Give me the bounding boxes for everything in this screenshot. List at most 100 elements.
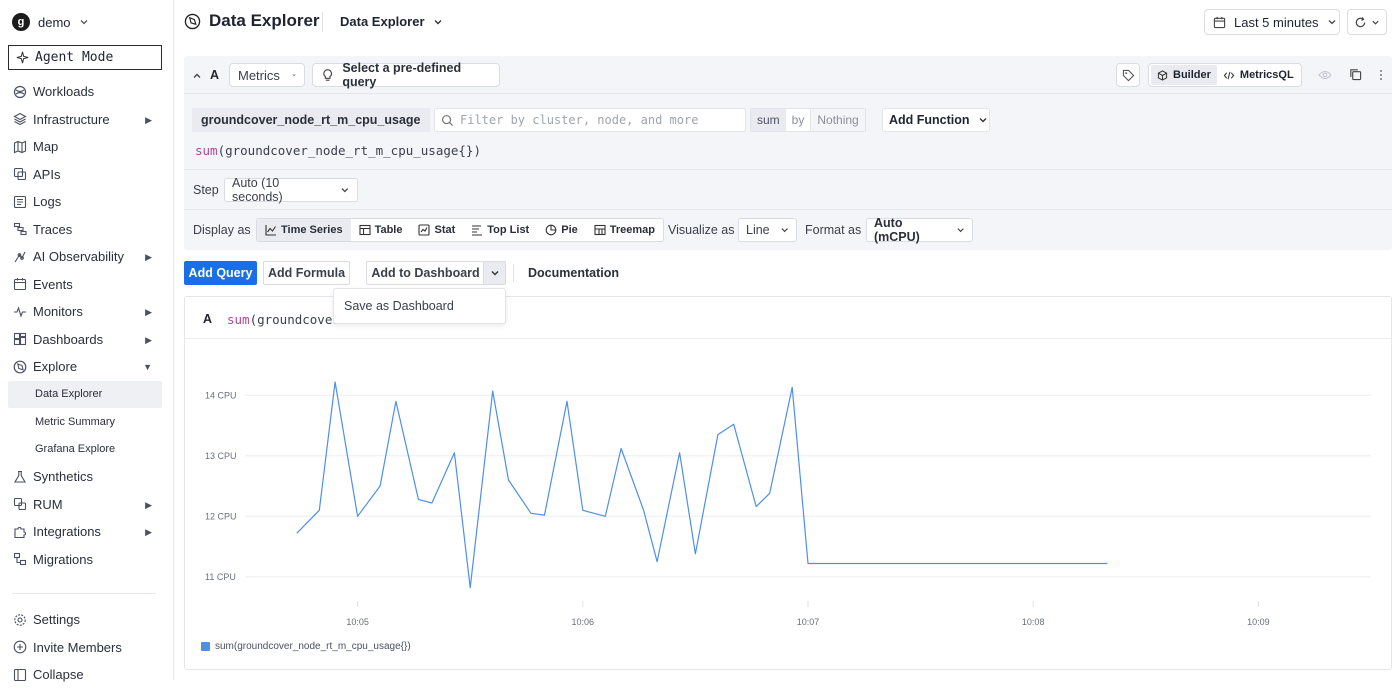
sidebar-subitem-metric-summary[interactable]: Metric Summary xyxy=(0,408,174,436)
chevron-up-icon[interactable] xyxy=(192,71,202,81)
pulse-icon xyxy=(14,306,26,318)
sidebar-nav: Workloads Infrastructure ▶ Map APIs Logs Trace… xyxy=(0,78,174,573)
sidebar-item-apis[interactable]: APIs xyxy=(0,161,174,189)
ai-icon xyxy=(14,251,26,263)
chevron-down-icon xyxy=(80,20,87,25)
sidebar-subitem-data-explorer[interactable]: Data Explorer xyxy=(8,380,162,408)
format-select[interactable]: Auto (mCPU) xyxy=(866,216,973,244)
display-treemap[interactable]: Treemap xyxy=(586,219,663,241)
metricsql-label: MetricsQL xyxy=(1239,69,1294,81)
x-tick-label: 10:08 xyxy=(1022,617,1045,627)
y-tick-label: 12 CPU xyxy=(205,511,237,521)
filter-input[interactable]: Filter by cluster, node, and more xyxy=(434,108,746,132)
explorer-dropdown[interactable]: Data Explorer xyxy=(340,14,443,29)
chevron-down-icon xyxy=(434,19,442,24)
lightbulb-icon xyxy=(323,69,333,81)
source-select[interactable]: Metrics xyxy=(229,63,305,87)
sidebar-item-workloads[interactable]: Workloads xyxy=(0,78,174,106)
gear-icon xyxy=(14,614,26,626)
sidebar-item-settings[interactable]: Settings xyxy=(0,606,174,634)
treemap-icon xyxy=(594,224,606,236)
top-header: Data Explorer Data Explorer Last 5 minut… xyxy=(174,0,1400,44)
add-to-dashboard-button[interactable]: Add to Dashboard xyxy=(366,261,484,285)
sidebar-item-logs[interactable]: Logs xyxy=(0,188,174,216)
time-range-picker[interactable]: Last 5 minutes xyxy=(1204,9,1340,35)
display-time-series[interactable]: Time Series xyxy=(257,219,351,241)
calendar-icon xyxy=(1213,16,1226,28)
display-stat[interactable]: Stat xyxy=(410,219,463,241)
aggregation-select[interactable]: sum xyxy=(751,109,786,131)
add-to-dashboard-menu: Save as Dashboard xyxy=(333,288,506,324)
aggregation-group: sum by Nothing xyxy=(750,108,866,132)
sidebar-item-label: Settings xyxy=(33,612,80,628)
sidebar-item-infrastructure[interactable]: Infrastructure ▶ xyxy=(0,106,174,134)
sidebar-item-synthetics[interactable]: Synthetics xyxy=(0,463,174,491)
org-switcher[interactable]: g demo xyxy=(12,12,89,32)
explore-icon xyxy=(184,13,201,29)
predefined-query-select[interactable]: Select a pre-defined query xyxy=(312,61,500,89)
cube-icon xyxy=(1157,69,1168,81)
tag-button[interactable] xyxy=(1116,63,1140,87)
traces-icon xyxy=(13,223,27,236)
caret-right-icon: ▶ xyxy=(145,499,152,510)
series-line-0 xyxy=(296,381,1108,589)
sidebar-item-dashboards[interactable]: Dashboards ▶ xyxy=(0,326,174,354)
source-select-value: Metrics xyxy=(238,67,280,83)
agent-mode-button[interactable]: Agent Mode xyxy=(8,45,162,70)
display-table[interactable]: Table xyxy=(351,219,411,241)
tag-icon xyxy=(1122,69,1134,81)
by-label: by xyxy=(785,109,811,131)
query-panel: A Metrics Select a pre-defined query Bui… xyxy=(184,56,1392,250)
sidebar-item-events[interactable]: Events xyxy=(0,271,174,299)
sidebar-item-label: RUM xyxy=(33,496,63,512)
duplicate-icon[interactable] xyxy=(1349,68,1362,81)
sidebar-item-rum[interactable]: RUM ▶ xyxy=(0,491,174,519)
sidebar-item-map[interactable]: Map xyxy=(0,133,174,161)
metricsql-tab[interactable]: MetricsQL xyxy=(1217,65,1300,85)
chart-legend[interactable]: sum(groundcover_node_rt_m_cpu_usage{}) xyxy=(201,641,411,652)
group-by-select[interactable]: Nothing xyxy=(810,109,865,131)
builder-tab[interactable]: Builder xyxy=(1151,65,1217,85)
visualize-as-label: Visualize as xyxy=(668,223,735,237)
chart-query-letter: A xyxy=(203,312,213,326)
chevron-down-icon xyxy=(1372,20,1379,25)
add-formula-button[interactable]: Add Formula xyxy=(263,261,350,285)
add-function-button[interactable]: Add Function xyxy=(882,108,990,132)
metric-select[interactable]: groundcover_node_rt_m_cpu_usage xyxy=(192,108,430,132)
display-top-list[interactable]: Top List xyxy=(463,219,537,241)
org-logo-icon: g xyxy=(12,13,30,31)
add-function-label: Add Function xyxy=(889,113,970,127)
chart-card: A sum(groundcover 11 CPU 12 CPU 13 CPU 14 C… xyxy=(184,296,1392,670)
sidebar-item-invite-members[interactable]: Invite Members xyxy=(0,634,174,662)
legend-swatch xyxy=(201,642,210,651)
sidebar-item-monitors[interactable]: Monitors ▶ xyxy=(0,298,174,326)
chevron-down-icon xyxy=(957,228,964,233)
step-value: Auto (10 seconds) xyxy=(232,176,283,204)
display-type-toggle: Time Series Table Stat Top List Pie Tree… xyxy=(256,218,664,242)
more-vertical-icon[interactable] xyxy=(1379,69,1383,81)
refresh-button[interactable] xyxy=(1347,9,1387,35)
display-pie-label: Pie xyxy=(561,224,578,236)
sidebar-item-explore[interactable]: Explore ▼ xyxy=(0,353,174,381)
sidebar-item-migrations[interactable]: Migrations xyxy=(0,546,174,574)
step-select[interactable]: Auto (10 seconds) xyxy=(224,176,358,204)
y-tick-label: 11 CPU xyxy=(205,572,236,582)
save-as-dashboard-item[interactable]: Save as Dashboard xyxy=(344,299,454,313)
mode-toggle: Builder MetricsQL xyxy=(1148,63,1302,87)
sparkle-icon xyxy=(16,51,29,64)
eye-icon[interactable] xyxy=(1318,69,1332,81)
sidebar-item-ai-observability[interactable]: AI Observability ▶ xyxy=(0,243,174,271)
sidebar-subitem-grafana-explore[interactable]: Grafana Explore xyxy=(0,436,174,464)
add-query-button[interactable]: Add Query xyxy=(184,261,257,285)
sidebar-item-collapse[interactable]: Collapse xyxy=(0,661,174,689)
query-expression[interactable]: sum(groundcover_node_rt_m_cpu_usage{}) xyxy=(195,143,481,158)
add-to-dashboard-menu-toggle[interactable] xyxy=(483,261,506,285)
sidebar-item-integrations[interactable]: Integrations ▶ xyxy=(0,518,174,546)
sidebar-item-traces[interactable]: Traces xyxy=(0,216,174,244)
top-list-icon xyxy=(472,225,483,236)
display-pie[interactable]: Pie xyxy=(537,219,586,241)
format-as-label: Format as xyxy=(805,223,862,237)
visualize-select[interactable]: Line xyxy=(738,218,797,242)
documentation-link[interactable]: Documentation xyxy=(528,266,619,280)
sidebar-item-label: Map xyxy=(33,139,59,155)
